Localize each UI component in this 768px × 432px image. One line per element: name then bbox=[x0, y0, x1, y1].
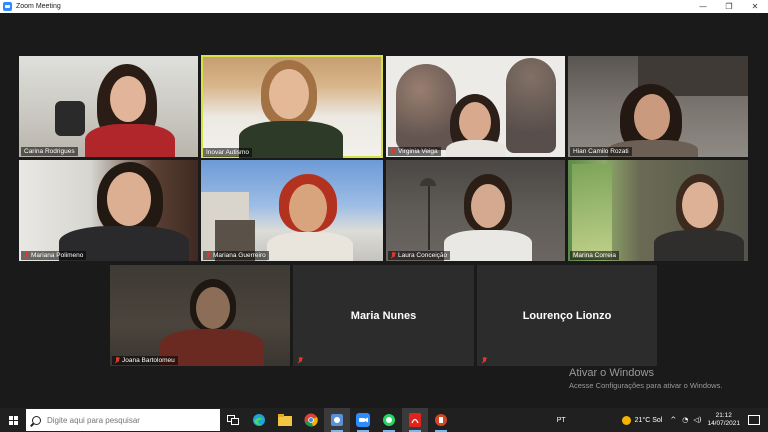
participant-tile[interactable]: Carina Rodrigues bbox=[19, 56, 198, 157]
network-icon[interactable]: ◔ bbox=[682, 416, 688, 424]
edge-taskbar-button[interactable] bbox=[246, 408, 272, 432]
weather-widget[interactable]: 21°C Sol bbox=[635, 417, 663, 424]
edge-icon bbox=[253, 414, 265, 426]
muted-mic-icon bbox=[391, 252, 396, 259]
participant-tile[interactable]: Marina Correia bbox=[568, 160, 748, 261]
gallery-view: Carina Rodrigues Inovar Autismo Virginia… bbox=[0, 13, 768, 408]
taskbar-search[interactable] bbox=[26, 409, 220, 431]
clock-time: 21:12 bbox=[715, 412, 732, 419]
task-view-icon bbox=[227, 415, 239, 425]
muted-mic-icon bbox=[115, 357, 120, 364]
window-controls: — ❐ ✕ bbox=[690, 0, 768, 13]
participant-name: Virginia Veiga bbox=[388, 147, 441, 156]
maximize-button[interactable]: ❐ bbox=[716, 0, 742, 13]
participant-name: Inovar Autismo bbox=[203, 148, 252, 157]
notifications-icon[interactable] bbox=[748, 415, 760, 425]
system-tray: PT 21°C Sol ^ ◔ ◁) 21:12 14/07/2021 bbox=[557, 408, 768, 432]
watermark-subtitle: Acesse Configurações para ativar o Windo… bbox=[569, 381, 723, 390]
muted-mic-icon bbox=[24, 252, 29, 259]
participant-tile-video-off[interactable]: Maria Nunes bbox=[293, 265, 474, 366]
participant-name: Mariana Polimeno bbox=[21, 251, 87, 260]
participant-mic-status bbox=[479, 356, 490, 365]
muted-mic-icon bbox=[391, 148, 396, 155]
participant-tile-active-speaker[interactable]: Inovar Autismo bbox=[201, 55, 383, 158]
search-input[interactable] bbox=[47, 415, 197, 425]
weather-sun-icon bbox=[621, 415, 631, 425]
muted-mic-icon bbox=[298, 357, 303, 364]
participant-name: Hian Camilo Rozati bbox=[570, 147, 632, 156]
close-button[interactable]: ✕ bbox=[742, 0, 768, 13]
muted-mic-icon bbox=[482, 357, 487, 364]
search-icon bbox=[32, 415, 41, 425]
system-clock[interactable]: 21:12 14/07/2021 bbox=[707, 412, 740, 428]
powerpoint-icon bbox=[435, 414, 447, 426]
file-explorer-button[interactable] bbox=[272, 408, 298, 432]
speaker-icon[interactable]: ◁) bbox=[693, 416, 701, 424]
pdf-icon bbox=[409, 413, 421, 427]
windows-logo-icon bbox=[8, 415, 18, 425]
zoom-taskbar-button[interactable] bbox=[350, 408, 376, 432]
chrome-button[interactable] bbox=[298, 408, 324, 432]
participant-name: Marina Correia bbox=[570, 251, 619, 260]
participant-tile[interactable]: Mariana Guerreiro bbox=[201, 160, 383, 261]
whatsapp-taskbar-button[interactable] bbox=[376, 408, 402, 432]
clock-date: 14/07/2021 bbox=[707, 420, 740, 427]
acrobat-taskbar-button[interactable] bbox=[402, 408, 428, 432]
participant-name: Joana Bartolomeu bbox=[112, 356, 178, 365]
task-view-button[interactable] bbox=[220, 408, 246, 432]
participant-tile[interactable]: Virginia Veiga bbox=[386, 56, 565, 157]
participant-name: Laura Conceição bbox=[388, 251, 451, 260]
muted-mic-icon bbox=[206, 252, 211, 259]
window-titlebar: Zoom Meeting — ❐ ✕ bbox=[0, 0, 768, 13]
participant-name: Carina Rodrigues bbox=[21, 147, 78, 156]
participant-tile[interactable]: Mariana Polimeno bbox=[19, 160, 198, 261]
participant-display-name: Lourenço Lionzo bbox=[522, 309, 612, 322]
participant-display-name: Maria Nunes bbox=[350, 309, 417, 322]
app-taskbar-button[interactable] bbox=[324, 408, 350, 432]
app-icon bbox=[331, 414, 343, 426]
chevron-up-icon[interactable]: ^ bbox=[670, 416, 676, 424]
zoom-icon bbox=[3, 2, 12, 11]
start-button[interactable] bbox=[0, 408, 26, 432]
participant-tile[interactable]: Hian Camilo Rozati bbox=[568, 56, 748, 157]
participant-tile[interactable]: Laura Conceição bbox=[386, 160, 565, 261]
chrome-icon bbox=[304, 413, 318, 427]
participant-name: Mariana Guerreiro bbox=[203, 251, 269, 260]
participant-tile-video-off[interactable]: Lourenço Lionzo bbox=[477, 265, 657, 366]
participant-tile[interactable]: Joana Bartolomeu bbox=[110, 265, 290, 366]
participant-mic-status bbox=[295, 356, 306, 365]
whatsapp-icon bbox=[383, 414, 395, 426]
watermark-title: Ativar o Windows bbox=[569, 367, 654, 379]
window-title: Zoom Meeting bbox=[16, 3, 61, 10]
powerpoint-taskbar-button[interactable] bbox=[428, 408, 454, 432]
taskbar: PT 21°C Sol ^ ◔ ◁) 21:12 14/07/2021 bbox=[0, 408, 768, 432]
zoom-app-icon bbox=[356, 413, 370, 427]
windows-activation-watermark: Ativar o Windows Acesse Configurações pa… bbox=[569, 367, 722, 390]
folder-icon bbox=[278, 414, 292, 426]
language-indicator[interactable]: PT bbox=[557, 417, 566, 424]
minimize-button[interactable]: — bbox=[690, 0, 716, 13]
